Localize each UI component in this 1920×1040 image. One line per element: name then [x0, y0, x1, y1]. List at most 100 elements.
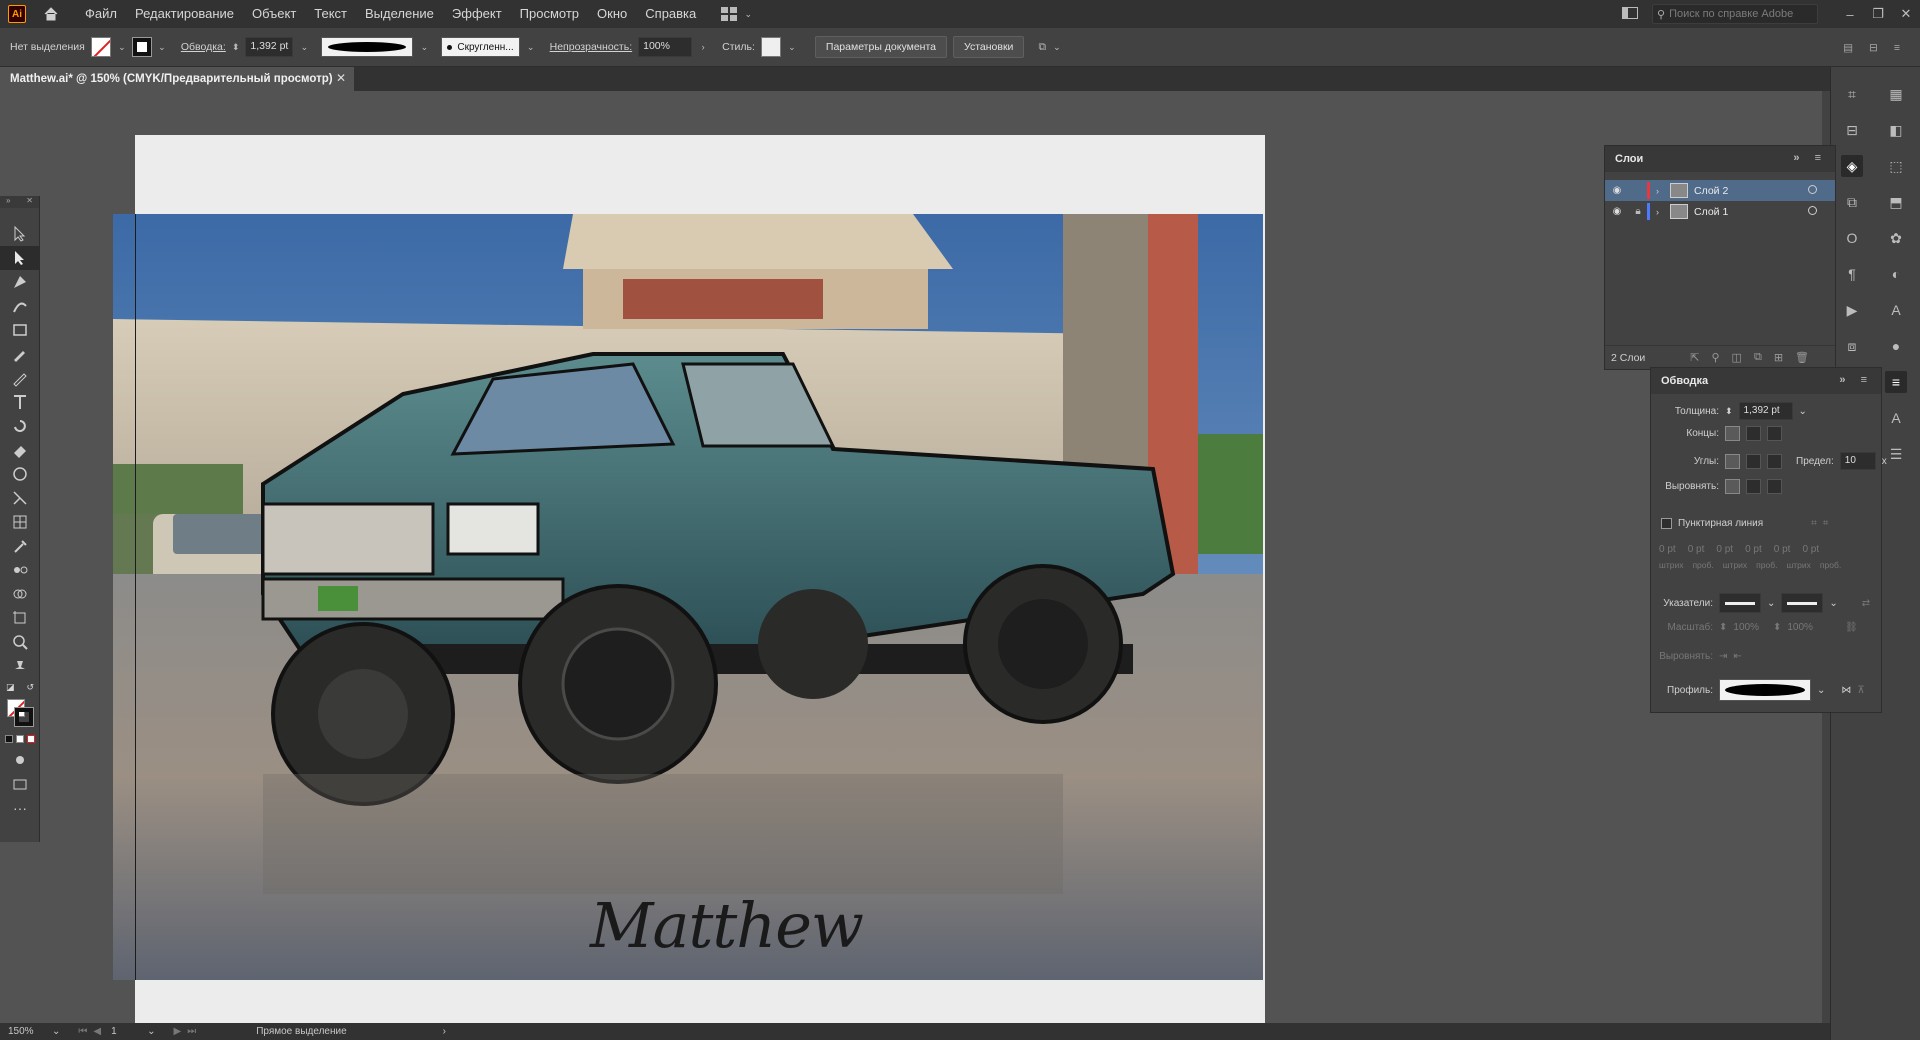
projecting-cap-button[interactable]: [1767, 426, 1782, 441]
previous-artboard-icon[interactable]: ◀: [93, 1026, 101, 1037]
last-artboard-icon[interactable]: ⏭: [187, 1026, 196, 1037]
fill-stroke-swatches[interactable]: [0, 696, 40, 730]
shape-builder-tool[interactable]: [0, 582, 40, 606]
swap-arrowheads-icon[interactable]: ⇄: [1862, 598, 1870, 609]
first-artboard-icon[interactable]: ⏮: [78, 1026, 87, 1037]
chevron-down-icon[interactable]: ⌄: [419, 42, 429, 52]
butt-cap-button[interactable]: [1725, 426, 1740, 441]
libraries-panel-icon[interactable]: ⬒: [1885, 191, 1907, 213]
screen-mode-tool[interactable]: [0, 772, 40, 796]
arrange-icon[interactable]: ⧉: [1038, 41, 1046, 54]
chevron-right-icon[interactable]: ›: [1656, 186, 1670, 196]
help-search-input[interactable]: ⚲ Поиск по справке Adobe: [1652, 4, 1818, 24]
dashed-line-checkbox[interactable]: [1661, 518, 1672, 529]
layer-name[interactable]: Слой 1: [1694, 206, 1728, 218]
chevron-down-icon[interactable]: ⌄: [1799, 406, 1807, 417]
menu-view[interactable]: Просмотр: [511, 0, 588, 28]
minimize-button[interactable]: –: [1836, 7, 1864, 22]
menu-type[interactable]: Текст: [305, 0, 356, 28]
chevron-down-icon[interactable]: ⌄: [299, 42, 309, 52]
chevron-down-icon[interactable]: ⌄: [1829, 598, 1837, 609]
eye-icon[interactable]: ◉: [1605, 206, 1629, 217]
stroke-panel-header[interactable]: Обводка » ≡: [1651, 368, 1881, 394]
panel-collapse-icon[interactable]: ▤: [1843, 42, 1853, 54]
chevron-down-icon[interactable]: ⌄: [1767, 598, 1775, 609]
round-join-button[interactable]: [1746, 453, 1761, 469]
opacity-field[interactable]: 100%: [638, 37, 693, 57]
tools-panel-header[interactable]: » ✕: [0, 196, 39, 208]
chevron-right-icon[interactable]: ›: [1656, 207, 1670, 217]
chevron-down-icon[interactable]: ⌄: [1817, 685, 1825, 696]
width-profile-picker[interactable]: [1719, 679, 1811, 701]
artwork-photo[interactable]: [113, 214, 1263, 980]
chevron-down-icon[interactable]: ⌄: [526, 42, 536, 52]
panel-menu-icon[interactable]: ≡: [1894, 42, 1900, 54]
brush-definition[interactable]: Скругленн...: [441, 37, 520, 57]
color-mode-icon[interactable]: [5, 735, 13, 743]
clipping-mask-icon[interactable]: ◫: [1732, 351, 1742, 364]
align-panel-icon[interactable]: ⊟: [1841, 119, 1863, 141]
eyedropper-tool[interactable]: [0, 534, 40, 558]
bevel-join-button[interactable]: [1767, 453, 1782, 469]
gradient-mode-icon[interactable]: [16, 735, 24, 743]
align-outside-button[interactable]: [1767, 479, 1782, 494]
stroke-swatch[interactable]: [131, 37, 152, 57]
default-colors-toggle[interactable]: ◪ ↺: [0, 678, 40, 696]
layers-panel-icon[interactable]: ◈: [1841, 155, 1863, 177]
actions-panel-icon[interactable]: ▶: [1841, 299, 1863, 321]
locate-object-icon[interactable]: ⚲: [1711, 351, 1719, 364]
variable-width-profile[interactable]: [321, 37, 414, 57]
layer-row[interactable]: ◉ 🔒︎ › Слой 1: [1605, 201, 1835, 222]
chevron-down-icon[interactable]: ⌄: [52, 1026, 60, 1037]
transform-panel-icon[interactable]: ⌗: [1841, 83, 1863, 105]
curvature-tool[interactable]: [0, 294, 40, 318]
stroke-weight-field[interactable]: 1,392 pt: [245, 37, 294, 57]
new-layer-icon[interactable]: ⊞: [1774, 351, 1783, 364]
pathfinder-panel-icon[interactable]: ⧉: [1841, 191, 1863, 213]
blend-tool[interactable]: [0, 558, 40, 582]
draw-mode-tool[interactable]: [0, 748, 40, 772]
symbols-panel-icon[interactable]: ✿: [1885, 227, 1907, 249]
miter-limit-field[interactable]: 10: [1839, 452, 1876, 470]
chevron-down-icon[interactable]: ⌄: [787, 42, 797, 52]
panel-toggle-icon[interactable]: [1622, 6, 1638, 22]
dash-preserve-icon[interactable]: ⌗: [1811, 518, 1817, 529]
menu-effect[interactable]: Эффект: [443, 0, 511, 28]
target-icon[interactable]: [1808, 185, 1817, 194]
chevron-down-icon[interactable]: ⌄: [157, 42, 167, 52]
align-inside-button[interactable]: [1746, 479, 1761, 494]
type-tool[interactable]: [0, 390, 40, 414]
lock-icon[interactable]: 🔒︎: [1629, 206, 1647, 217]
zoom-level[interactable]: 150%: [8, 1026, 52, 1037]
type-panel-icon[interactable]: A: [1885, 407, 1907, 429]
glyphs-panel-icon[interactable]: O: [1841, 227, 1863, 249]
layer-name[interactable]: Слой 2: [1694, 185, 1728, 197]
edit-toolbar-button[interactable]: ···: [0, 796, 40, 820]
chevron-down-icon[interactable]: ⌄: [117, 42, 127, 52]
layer-row[interactable]: ◉ › Слой 2: [1605, 180, 1835, 201]
rotate-tool[interactable]: [0, 414, 40, 438]
artboard-tool[interactable]: [0, 606, 40, 630]
maximize-button[interactable]: ❐: [1864, 6, 1892, 22]
target-icon[interactable]: [1808, 206, 1817, 215]
next-artboard-icon[interactable]: ▶: [173, 1026, 181, 1037]
stepper-icon[interactable]: ⬍: [232, 42, 240, 53]
flip-axis-icon[interactable]: ⋈: [1841, 685, 1851, 696]
color-mode-buttons[interactable]: [0, 730, 40, 748]
chevron-right-icon[interactable]: ›: [698, 42, 708, 52]
opacity-label[interactable]: Непрозрачность:: [550, 41, 633, 53]
menu-file[interactable]: Файл: [76, 0, 126, 28]
paragraph-panel-icon[interactable]: ¶: [1841, 263, 1863, 285]
zoom-tool[interactable]: [0, 630, 40, 654]
document-tab[interactable]: Matthew.ai* @ 150% (CMYK/Предварительный…: [0, 67, 354, 91]
stroke-weight-field[interactable]: 1,392 pt: [1738, 402, 1793, 420]
perspective-grid-tool[interactable]: [0, 510, 40, 534]
image-trace-icon[interactable]: ⬚: [1885, 155, 1907, 177]
document-setup-button[interactable]: Параметры документа: [814, 36, 947, 58]
menu-select[interactable]: Выделение: [356, 0, 443, 28]
close-window-button[interactable]: ✕: [1892, 6, 1920, 22]
menu-help[interactable]: Справка: [636, 0, 705, 28]
menu-object[interactable]: Объект: [243, 0, 305, 28]
hand-tool[interactable]: [0, 654, 40, 678]
new-sublayer-icon[interactable]: ⧉: [1754, 351, 1762, 364]
